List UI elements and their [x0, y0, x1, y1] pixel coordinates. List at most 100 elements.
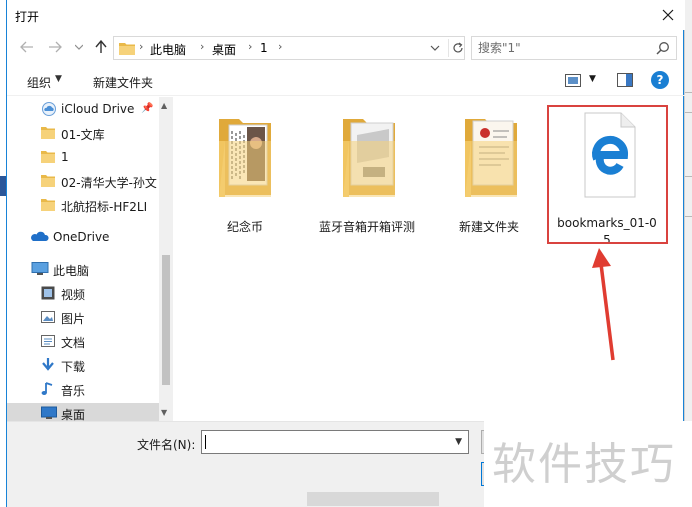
breadcrumb-separator: ›: [200, 40, 205, 53]
navigation-pane-scrollbar[interactable]: ▲ ▼: [159, 97, 173, 421]
up-arrow-icon: [95, 40, 107, 53]
chevron-down-icon: [430, 45, 440, 51]
change-view-button[interactable]: [565, 74, 581, 91]
folder-with-preview-icon: [219, 119, 271, 197]
sidebar-item-label: 北航招标-HF2LI: [61, 200, 148, 214]
close-button[interactable]: [651, 0, 685, 30]
search-box[interactable]: [471, 36, 677, 60]
search-input[interactable]: [478, 40, 648, 56]
sidebar-item-pictures[interactable]: 图片: [7, 307, 159, 329]
up-button[interactable]: [91, 36, 111, 58]
download-icon: [42, 358, 54, 371]
sidebar-item-label: 此电脑: [53, 264, 90, 278]
address-history-dropdown[interactable]: [430, 41, 440, 58]
sidebar-item-label: 02-清华大学-孙文: [61, 176, 157, 190]
breadcrumb-this-pc[interactable]: 此电脑: [150, 41, 186, 58]
scroll-up-icon[interactable]: ▲: [161, 101, 167, 110]
breadcrumb-desktop[interactable]: 桌面: [212, 41, 236, 58]
folder-with-preview-icon: [465, 119, 517, 197]
back-button[interactable]: [17, 36, 37, 58]
preview-pane-button[interactable]: [617, 73, 633, 90]
address-bar[interactable]: › 此电脑 › 桌面 › 1 ›: [113, 36, 465, 60]
forward-button[interactable]: [45, 36, 65, 58]
preview-pane-icon: [617, 73, 633, 87]
sidebar-item-label: 1: [61, 150, 69, 164]
scroll-down-icon[interactable]: ▼: [161, 408, 167, 417]
organize-button[interactable]: 组织: [27, 74, 51, 91]
desktop-icon: [41, 406, 57, 419]
file-item-folder[interactable]: 新建文件夹: [439, 111, 539, 241]
sidebar-item-01-wenku[interactable]: 01-文库: [7, 123, 159, 145]
chevron-down-icon[interactable]: ▼: [455, 437, 462, 447]
sidebar-item-downloads[interactable]: 下载: [7, 355, 159, 377]
sidebar-item-documents[interactable]: 文档: [7, 331, 159, 353]
sidebar-item-label: 图片: [61, 312, 86, 326]
breadcrumb-folder-1[interactable]: 1: [260, 41, 268, 55]
icloud-icon: [42, 102, 56, 116]
file-item-folder[interactable]: 蓝牙音箱开箱评测: [317, 111, 417, 241]
background-line: [685, 92, 692, 93]
sidebar-item-label: 音乐: [61, 384, 86, 398]
sidebar-item-label: OneDrive: [53, 230, 110, 244]
breadcrumb-separator: ›: [248, 40, 253, 53]
annotation-arrow-icon: [592, 248, 615, 361]
pin-icon: 📌: [141, 103, 154, 114]
sidebar-item-onedrive[interactable]: OneDrive: [7, 227, 159, 249]
folder-thumbnail: [317, 111, 417, 215]
watermark-text: 软件技巧: [492, 439, 676, 490]
folder-icon: [41, 199, 55, 211]
organize-dropdown-icon[interactable]: ▼: [55, 74, 62, 84]
onedrive-icon: [31, 231, 49, 241]
background-line: [685, 216, 692, 217]
sidebar-item-02-tsinghua[interactable]: 02-清华大学-孙文: [7, 171, 159, 193]
documents-icon: [41, 335, 55, 347]
sidebar-item-label: iCloud Drive: [61, 102, 135, 116]
text-caret: [205, 435, 206, 449]
pictures-icon: [41, 311, 55, 323]
sidebar-item-label: 文档: [61, 336, 86, 350]
view-options-dropdown[interactable]: ▼: [589, 74, 596, 84]
help-button[interactable]: ?: [651, 71, 669, 89]
sidebar-item-folder-1[interactable]: 1: [7, 147, 159, 169]
file-name: 纪念币: [226, 220, 263, 234]
folder-icon: [41, 151, 55, 163]
filename-input[interactable]: ▼: [201, 430, 469, 454]
file-item-folder[interactable]: 纪念币: [195, 111, 295, 241]
sidebar-item-desktop[interactable]: 桌面: [7, 403, 159, 421]
sidebar-item-this-pc[interactable]: 此电脑: [7, 259, 159, 281]
background-line: [685, 176, 692, 177]
back-arrow-icon: [20, 41, 33, 53]
sidebar-item-music[interactable]: 音乐: [7, 379, 159, 401]
refresh-icon: [452, 42, 463, 53]
background-line: [685, 112, 692, 113]
breadcrumb-separator: ›: [278, 40, 283, 53]
recent-locations-button[interactable]: [69, 36, 89, 58]
folder-icon: [41, 175, 55, 187]
scrollbar-thumb[interactable]: [162, 255, 170, 385]
computer-icon: [31, 262, 49, 275]
sidebar-item-label: 01-文库: [61, 128, 105, 142]
sidebar-item-icloud-drive[interactable]: iCloud Drive 📌: [7, 99, 159, 121]
sidebar-item-label: 桌面: [61, 408, 86, 421]
search-icon: [656, 42, 669, 55]
breadcrumb-separator: ›: [139, 40, 144, 53]
navigation-pane: iCloud Drive 📌 01-文库 1 02-清华大学-孙文 北航招标-H…: [7, 97, 175, 421]
title-bar: 打开: [7, 0, 685, 30]
close-icon: [662, 9, 674, 21]
new-folder-button[interactable]: 新建文件夹: [93, 74, 153, 91]
sidebar-item-label: 下载: [61, 360, 86, 374]
sidebar-item-label: 视频: [61, 288, 86, 302]
window-title: 打开: [15, 10, 40, 24]
folder-icon: [41, 127, 55, 139]
file-name: 蓝牙音箱开箱评测: [318, 220, 415, 234]
chevron-down-icon: [75, 44, 83, 50]
sidebar-item-videos[interactable]: 视频: [7, 283, 159, 305]
command-bar: 组织 ▼ 新建文件夹 ▼ ?: [7, 66, 685, 96]
filename-label: 文件名(N):: [137, 438, 196, 452]
sidebar-item-beihang[interactable]: 北航招标-HF2LI: [7, 195, 159, 217]
refresh-button[interactable]: [448, 39, 466, 57]
forward-arrow-icon: [49, 41, 62, 53]
folder-with-preview-icon: [343, 119, 395, 197]
folder-thumbnail: [195, 111, 295, 215]
video-icon: [41, 286, 55, 300]
